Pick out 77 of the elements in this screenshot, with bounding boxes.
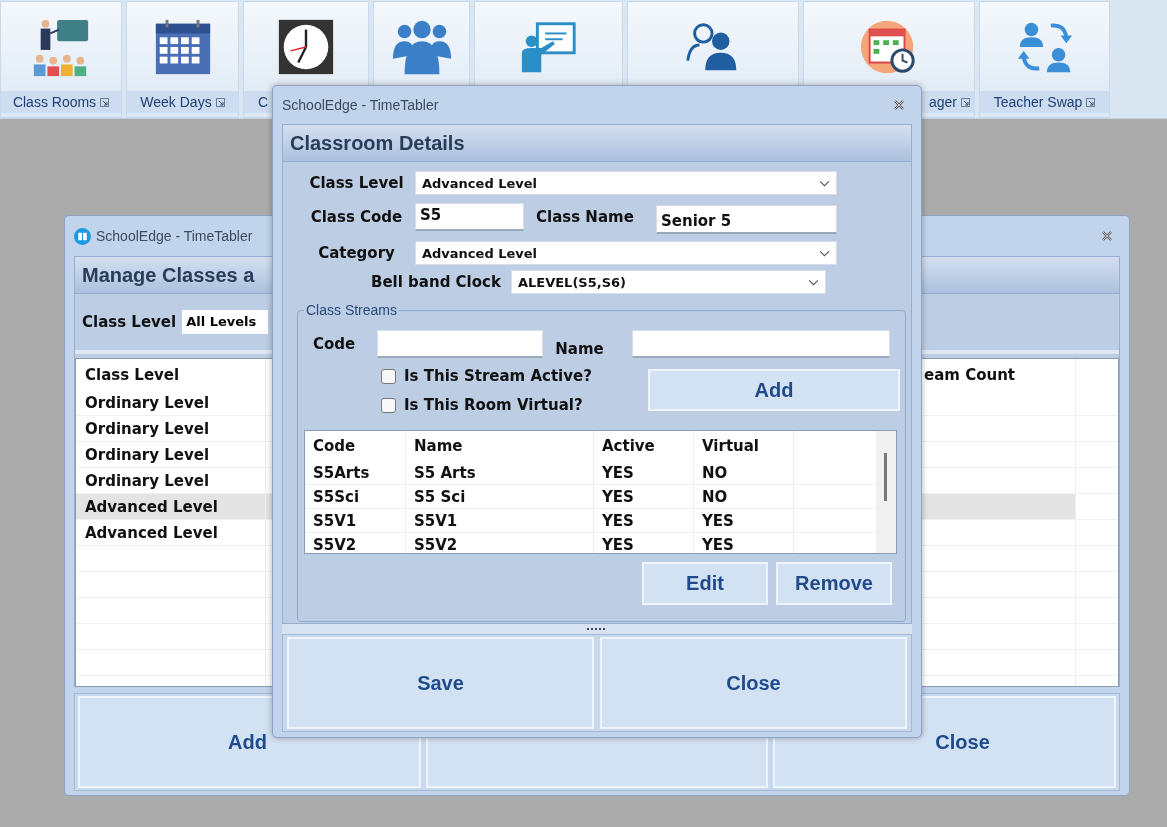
edit-button[interactable]: Edit <box>642 562 768 605</box>
checkbox[interactable] <box>381 368 396 384</box>
column-header[interactable]: Active <box>594 431 694 461</box>
table-cell: S5V1 <box>305 509 406 532</box>
close-icon[interactable] <box>892 99 906 111</box>
level-dropdown[interactable]: All Levels <box>182 310 269 334</box>
table-cell: YES <box>594 533 694 553</box>
scrollbar[interactable] <box>876 431 896 553</box>
remove-button[interactable]: Remove <box>776 562 892 605</box>
caret-icon <box>807 278 819 286</box>
checkbox[interactable] <box>381 397 396 413</box>
scroll-thumb[interactable] <box>884 453 887 501</box>
table-cell: Advanced Level <box>76 520 266 545</box>
table-cell: S5V1 <box>406 509 594 532</box>
ribbon-button[interactable]: Teacher Swap <box>979 1 1110 118</box>
filter-label: Class Level <box>82 313 177 331</box>
table-cell: Ordinary Level <box>76 390 266 415</box>
dialog-launcher-icon[interactable] <box>100 97 110 107</box>
close-icon[interactable] <box>1100 230 1114 242</box>
dialog-launcher-icon[interactable] <box>215 97 225 107</box>
ribbon-label: Teacher Swap <box>993 94 1083 110</box>
add-button[interactable]: Add <box>648 369 900 411</box>
checkbox-option[interactable]: Is This Room Virtual? <box>381 396 592 414</box>
table-cell: YES <box>694 533 794 553</box>
field-label: Class Level <box>308 174 405 192</box>
table-cell: S5V2 <box>406 533 594 553</box>
field-label: Class Code <box>309 207 404 226</box>
stream-name-field[interactable] <box>632 330 891 358</box>
field-label: Class Name <box>536 207 635 226</box>
ribbon-button[interactable]: Week Days <box>126 1 239 118</box>
window-title: SchoolEdge - TimeTabler <box>96 228 253 244</box>
table-cell: YES <box>594 485 694 508</box>
table-cell: S5 Arts <box>406 461 594 484</box>
table-cell: YES <box>594 509 694 532</box>
table-cell: YES <box>594 461 694 484</box>
class-level-dropdown[interactable]: Advanced Level <box>415 171 837 195</box>
caret-icon <box>819 179 830 187</box>
bell-clock-dropdown[interactable]: ALEVEL(S5,S6) <box>510 270 826 294</box>
field-label: Name <box>555 340 605 358</box>
column-header[interactable]: Class Level <box>76 359 266 390</box>
category-dropdown[interactable]: Advanced Level <box>415 241 837 265</box>
close-button[interactable]: Close <box>600 637 907 729</box>
class-code-field[interactable]: S5 <box>415 202 524 231</box>
table-cell: NO <box>694 461 794 484</box>
dialog-launcher-icon[interactable] <box>961 97 970 107</box>
stream-code-field[interactable] <box>377 330 544 358</box>
table-cell: Ordinary Level <box>76 468 266 493</box>
dialog-launcher-icon[interactable] <box>1086 97 1096 107</box>
group-legend: Class Streams <box>304 302 400 318</box>
table-cell: Advanced Level <box>76 494 266 519</box>
ribbon-label: Class Rooms <box>12 94 97 110</box>
book-icon <box>74 227 91 245</box>
section-heading: Manage Classes a <box>82 263 255 287</box>
field-label: Bell band Clock <box>371 273 501 291</box>
ribbon-label: Week Days <box>140 94 212 110</box>
checkbox-option[interactable]: Is This Stream Active? <box>381 367 592 385</box>
column-header[interactable]: Virtual <box>694 431 794 461</box>
caret-icon <box>819 249 830 257</box>
table-cell: S5V2 <box>305 533 406 553</box>
table-cell: S5Arts <box>305 461 406 484</box>
column-header[interactable]: Code <box>305 431 406 461</box>
ribbon-label: ager <box>928 94 957 110</box>
field-label: Category <box>317 244 396 262</box>
table-cell: Ordinary Level <box>76 416 266 441</box>
save-button[interactable]: Save <box>287 637 594 729</box>
class-name-field[interactable]: Senior 5 <box>656 205 837 234</box>
table-cell: S5Sci <box>305 485 406 508</box>
table-cell: Ordinary Level <box>76 442 266 467</box>
table-cell: S5 Sci <box>406 485 594 508</box>
table-cell: YES <box>694 509 794 532</box>
section-heading: Classroom Details <box>290 131 465 155</box>
field-label: Code <box>313 335 356 353</box>
column-header[interactable]: Name <box>406 431 594 461</box>
ribbon-button[interactable]: Class Rooms <box>0 1 122 118</box>
ribbon-label: C <box>258 94 269 110</box>
splitter-grip-icon[interactable] <box>586 627 608 631</box>
table-cell: NO <box>694 485 794 508</box>
